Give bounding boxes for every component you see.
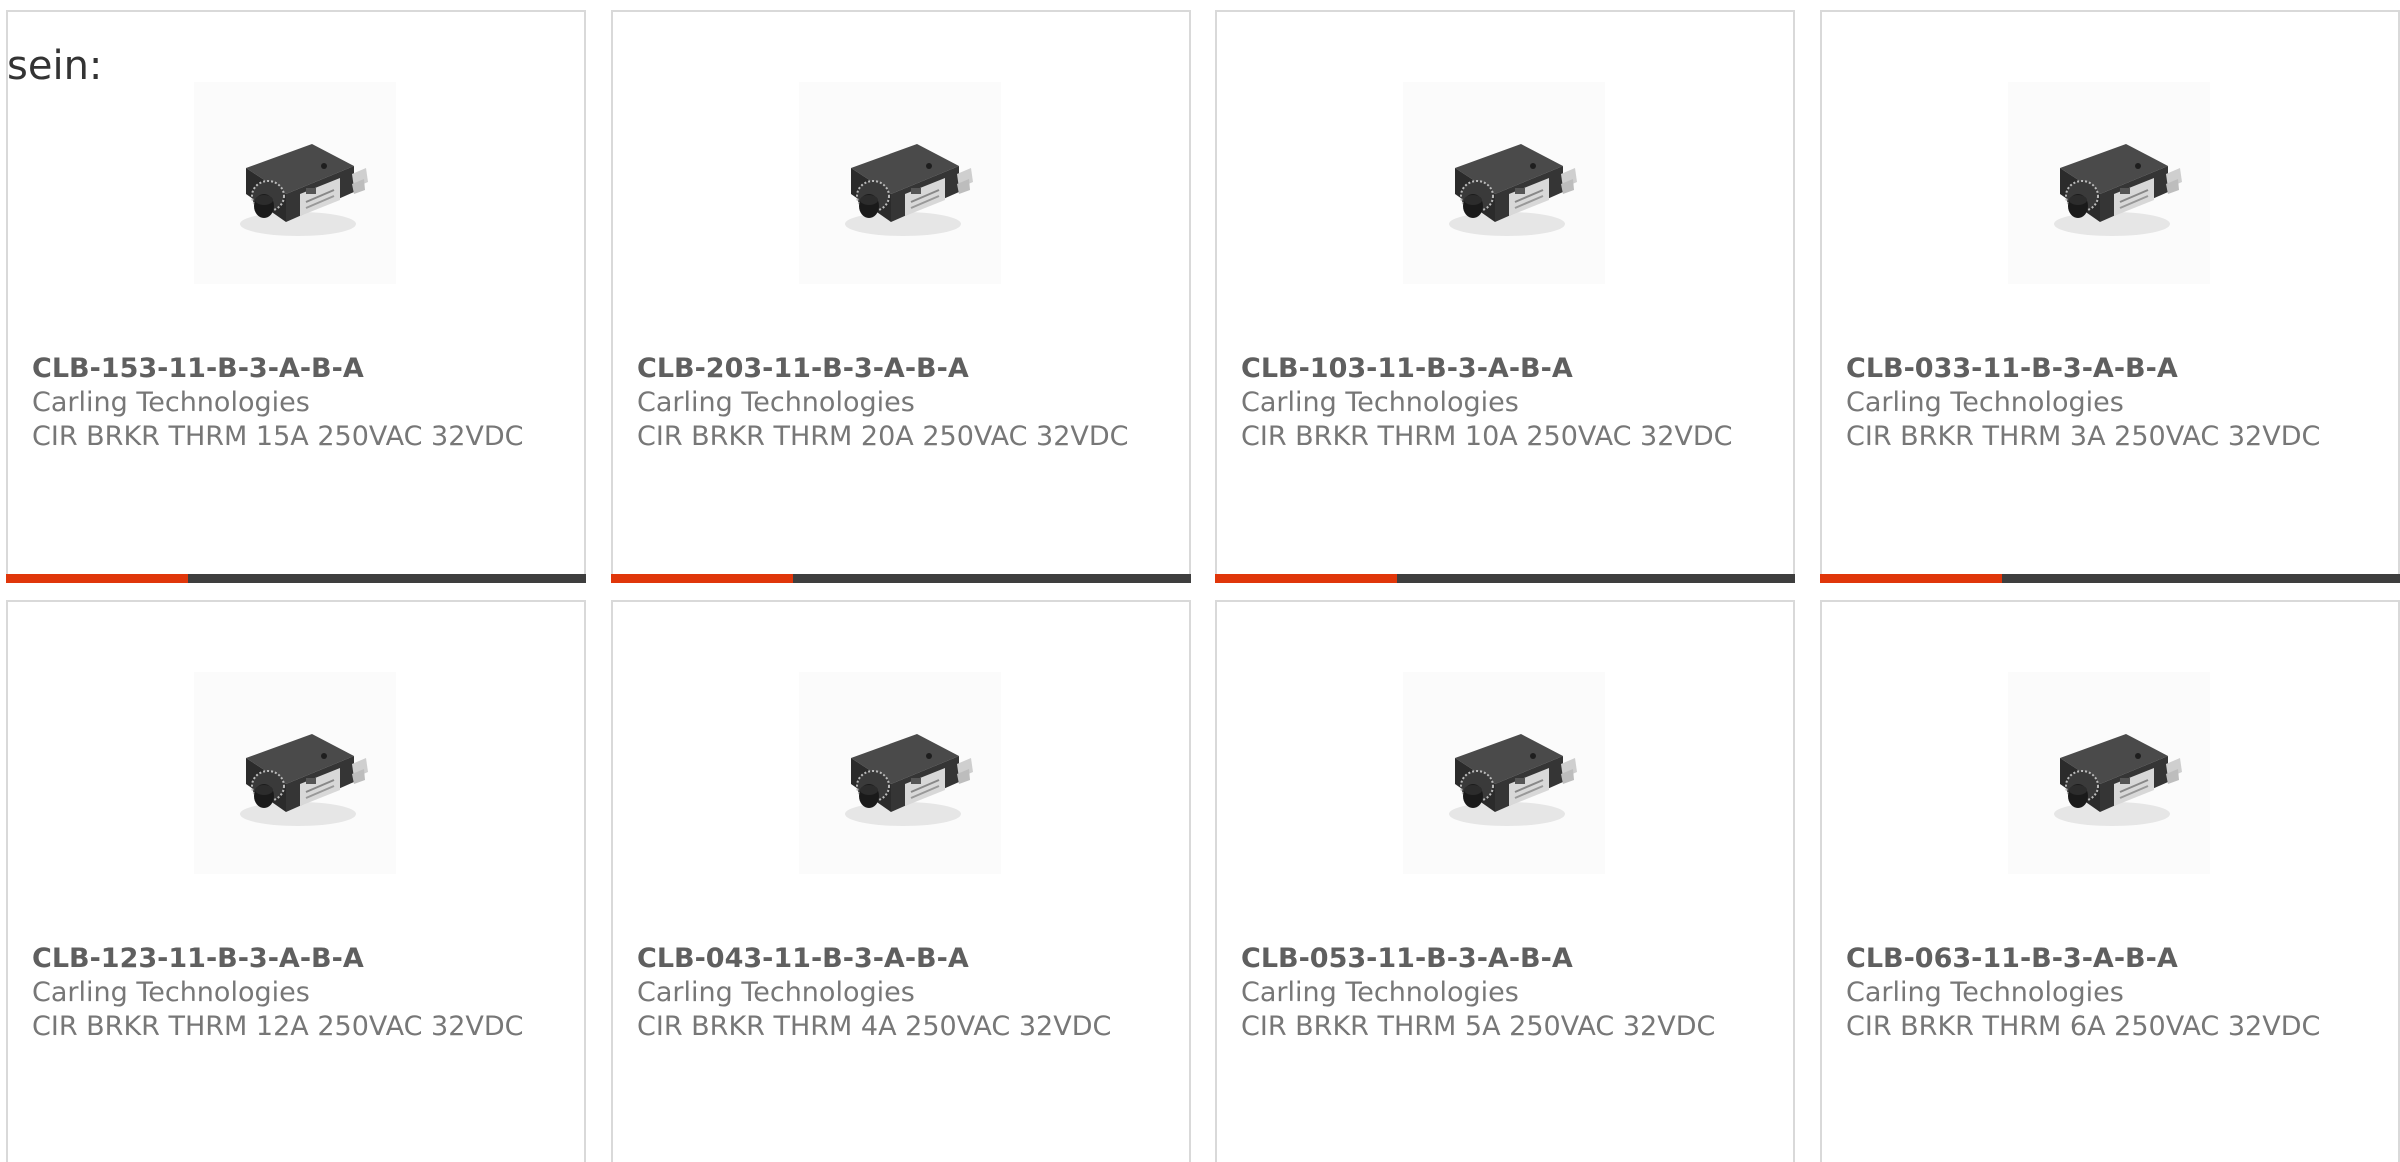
part-number[interactable]: CLB-043-11-B-3-A-B-A: [637, 942, 1137, 976]
manufacturer: Carling Technologies: [1846, 387, 2124, 418]
card-footer-bar: [1215, 574, 1795, 583]
manufacturer: Carling Technologies: [1846, 977, 2124, 1008]
part-number[interactable]: CLB-153-11-B-3-A-B-A: [32, 352, 532, 386]
manufacturer: Carling Technologies: [1241, 387, 1519, 418]
part-number[interactable]: CLB-053-11-B-3-A-B-A: [1241, 942, 1741, 976]
product-image[interactable]: [194, 82, 396, 284]
manufacturer: Carling Technologies: [637, 977, 915, 1008]
product-info: CLB-033-11-B-3-A-B-A Carling Technologie…: [1846, 352, 2346, 454]
product-card[interactable]: CLB-123-11-B-3-A-B-A Carling Technologie…: [6, 600, 586, 1162]
circuit-breaker-icon: [2008, 672, 2210, 874]
manufacturer: Carling Technologies: [637, 387, 915, 418]
product-card[interactable]: CLB-063-11-B-3-A-B-A Carling Technologie…: [1820, 600, 2400, 1162]
description: CIR BRKR THRM 5A 250VAC 32VDC: [1241, 1011, 1716, 1042]
product-info: CLB-153-11-B-3-A-B-A Carling Technologie…: [32, 352, 532, 454]
product-image[interactable]: [194, 672, 396, 874]
product-card[interactable]: CLB-103-11-B-3-A-B-A Carling Technologie…: [1215, 10, 1795, 583]
description: CIR BRKR THRM 4A 250VAC 32VDC: [637, 1011, 1112, 1042]
product-info: CLB-053-11-B-3-A-B-A Carling Technologie…: [1241, 942, 1741, 1044]
card-footer-bar: [611, 574, 1191, 583]
product-image[interactable]: [2008, 82, 2210, 284]
card-footer-bar: [1820, 574, 2400, 583]
card-accent-bar: [6, 574, 188, 583]
part-number[interactable]: CLB-103-11-B-3-A-B-A: [1241, 352, 1741, 386]
product-info: CLB-123-11-B-3-A-B-A Carling Technologie…: [32, 942, 532, 1044]
description: CIR BRKR THRM 3A 250VAC 32VDC: [1846, 421, 2321, 452]
product-image[interactable]: [2008, 672, 2210, 874]
part-number[interactable]: CLB-203-11-B-3-A-B-A: [637, 352, 1137, 386]
product-card[interactable]: CLB-043-11-B-3-A-B-A Carling Technologie…: [611, 600, 1191, 1162]
part-number[interactable]: CLB-033-11-B-3-A-B-A: [1846, 352, 2346, 386]
card-accent-bar: [1820, 574, 2002, 583]
circuit-breaker-icon: [2008, 82, 2210, 284]
circuit-breaker-icon: [1403, 672, 1605, 874]
product-info: CLB-063-11-B-3-A-B-A Carling Technologie…: [1846, 942, 2346, 1044]
product-info: CLB-203-11-B-3-A-B-A Carling Technologie…: [637, 352, 1137, 454]
description: CIR BRKR THRM 15A 250VAC 32VDC: [32, 421, 524, 452]
card-accent-bar: [1215, 574, 1397, 583]
description: CIR BRKR THRM 12A 250VAC 32VDC: [32, 1011, 524, 1042]
product-image[interactable]: [799, 672, 1001, 874]
circuit-breaker-icon: [194, 672, 396, 874]
manufacturer: Carling Technologies: [1241, 977, 1519, 1008]
circuit-breaker-icon: [194, 82, 396, 284]
circuit-breaker-icon: [799, 672, 1001, 874]
intro-text: sein:: [7, 43, 103, 89]
product-card[interactable]: CLB-153-11-B-3-A-B-A Carling Technologie…: [6, 10, 586, 583]
circuit-breaker-icon: [1403, 82, 1605, 284]
manufacturer: Carling Technologies: [32, 387, 310, 418]
description: CIR BRKR THRM 6A 250VAC 32VDC: [1846, 1011, 2321, 1042]
product-info: CLB-103-11-B-3-A-B-A Carling Technologie…: [1241, 352, 1741, 454]
card-footer-bar: [6, 574, 586, 583]
product-info: CLB-043-11-B-3-A-B-A Carling Technologie…: [637, 942, 1137, 1044]
manufacturer: Carling Technologies: [32, 977, 310, 1008]
card-accent-bar: [611, 574, 793, 583]
product-image[interactable]: [799, 82, 1001, 284]
product-card[interactable]: CLB-203-11-B-3-A-B-A Carling Technologie…: [611, 10, 1191, 583]
part-number[interactable]: CLB-063-11-B-3-A-B-A: [1846, 942, 2346, 976]
product-grid-page: sein: CLB-153-11-B-3-A-B-A Carling Techn…: [0, 0, 2400, 1162]
product-image[interactable]: [1403, 672, 1605, 874]
product-card[interactable]: CLB-033-11-B-3-A-B-A Carling Technologie…: [1820, 10, 2400, 583]
circuit-breaker-icon: [799, 82, 1001, 284]
description: CIR BRKR THRM 10A 250VAC 32VDC: [1241, 421, 1733, 452]
product-image[interactable]: [1403, 82, 1605, 284]
product-card[interactable]: CLB-053-11-B-3-A-B-A Carling Technologie…: [1215, 600, 1795, 1162]
part-number[interactable]: CLB-123-11-B-3-A-B-A: [32, 942, 532, 976]
description: CIR BRKR THRM 20A 250VAC 32VDC: [637, 421, 1129, 452]
